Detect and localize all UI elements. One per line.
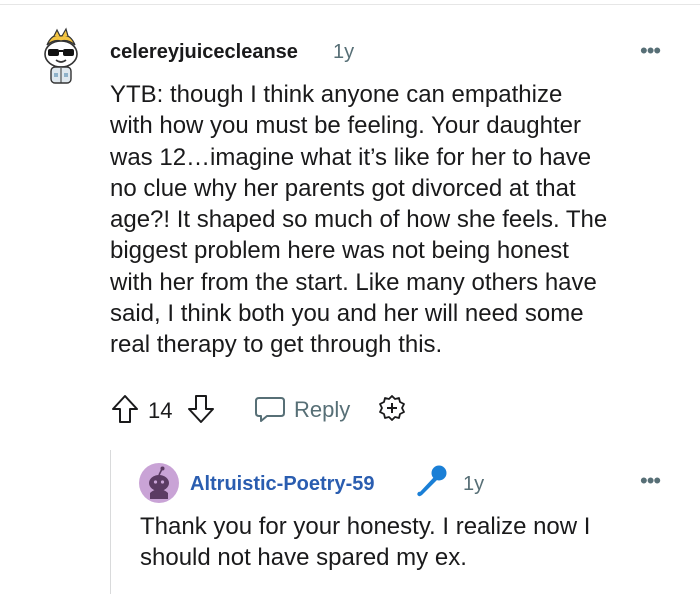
top-divider xyxy=(0,4,700,5)
comment-body-line: no clue why her parents got divorced at … xyxy=(110,174,576,202)
comment-timestamp: 1y xyxy=(333,41,355,63)
reply-body-line: should not have spared my ex. xyxy=(140,544,467,572)
comment-body-line: said, I think both you and her will need… xyxy=(110,300,584,328)
downvote-icon[interactable] xyxy=(186,393,216,425)
comment-body-line: YTB: though I think anyone can empathize xyxy=(110,81,563,108)
thread-line[interactable] xyxy=(110,450,111,594)
reply-button[interactable]: Reply xyxy=(294,397,350,423)
reply-body-line: Thank you for your honesty. I realize no… xyxy=(140,513,591,540)
microphone-icon xyxy=(417,465,447,497)
reply-icon[interactable] xyxy=(253,395,287,423)
more-options-button[interactable]: ••• xyxy=(640,38,661,64)
snoo-purple-avatar[interactable] xyxy=(139,463,179,503)
comment-body-line: real therapy to get through this. xyxy=(110,331,443,359)
reply-username[interactable]: Altruistic-Poetry-59 xyxy=(190,473,375,496)
snoo-sunglasses-avatar[interactable] xyxy=(38,27,84,85)
comment-body-line: with her from the start. Like many other… xyxy=(110,268,597,296)
reply-body: Thank you for your honesty. I realize no… xyxy=(140,511,680,574)
comment-body-line: age?! It shaped so much of how she feels… xyxy=(110,206,608,234)
vote-score: 14 xyxy=(148,398,173,423)
award-icon[interactable] xyxy=(376,394,408,426)
comment-body-line: was 12…imagine what it’s like for her to… xyxy=(110,143,592,171)
upvote-icon[interactable] xyxy=(110,393,140,425)
reply-timestamp: 1y xyxy=(463,473,485,495)
comment-username[interactable]: celereyjuicecleanse xyxy=(110,41,298,64)
comment-body-line: with how you must be feeling. Your daugh… xyxy=(110,112,581,140)
reply-more-options-button[interactable]: ••• xyxy=(640,468,661,494)
comment-body: YTB: though I think anyone can empathize… xyxy=(110,79,680,361)
comment-body-line: biggest problem here was not being hones… xyxy=(110,237,569,265)
